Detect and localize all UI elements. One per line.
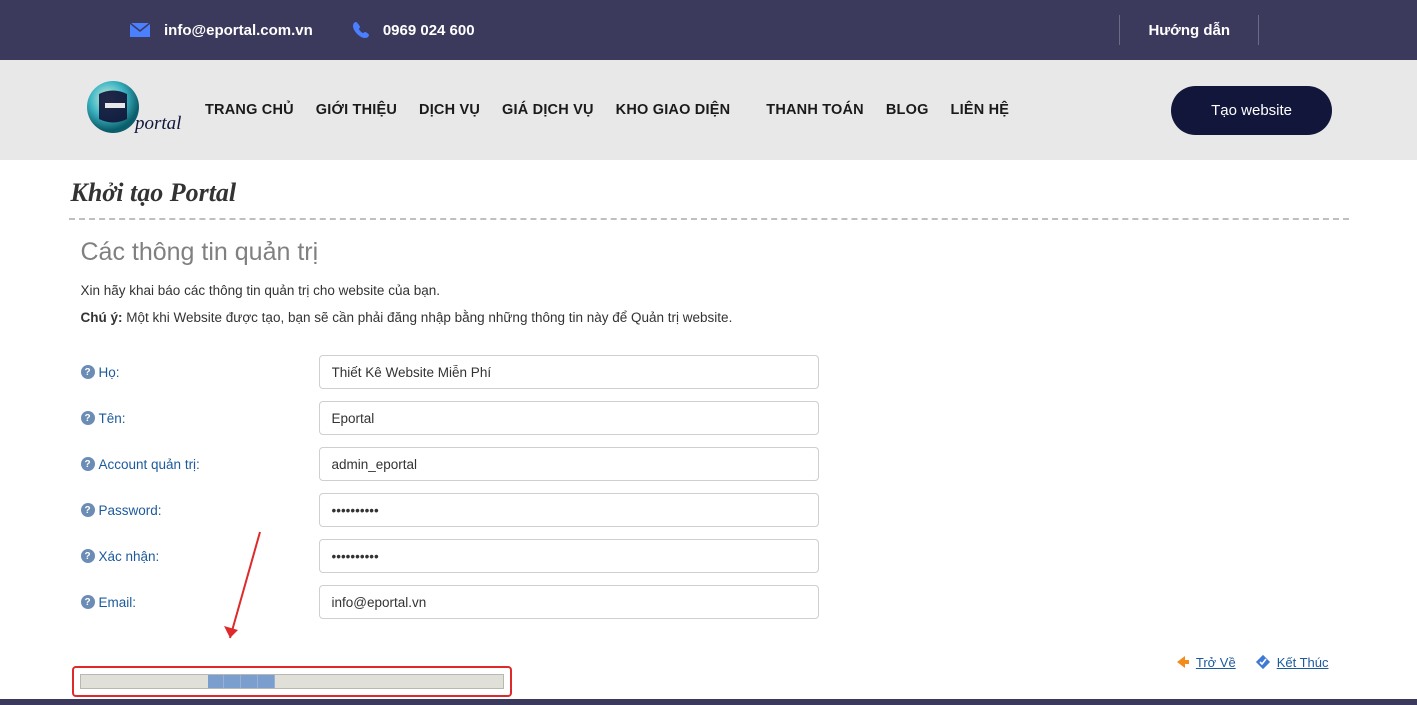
separator (69, 218, 1349, 220)
topbar-divider (1258, 15, 1259, 45)
help-icon[interactable]: ? (81, 549, 95, 563)
progress-empty (81, 675, 208, 688)
contact-email[interactable]: info@eportal.com.vn (130, 22, 313, 39)
progress-empty (275, 675, 503, 688)
topbar-divider (1119, 15, 1120, 45)
progress-seg-fill (258, 675, 275, 688)
intro-text: Xin hãy khai báo các thông tin quản trị … (69, 283, 1349, 310)
nav-links: TRANG CHỦ GIỚI THIỆU DỊCH VỤ GIÁ DỊCH VỤ… (205, 102, 1171, 118)
label-confirm-text: Xác nhận: (99, 549, 160, 564)
input-password[interactable] (319, 493, 819, 527)
row-ten: ? Tên: (81, 401, 1349, 435)
progress-annotation-box (72, 666, 512, 697)
help-icon[interactable]: ? (81, 503, 95, 517)
admin-form: ? Họ: ? Tên: ? Account quản trị: ? Passw… (69, 355, 1349, 619)
bottom-strip (0, 699, 1417, 705)
label-email: ? Email: (81, 595, 319, 610)
nav-item-giadichvu[interactable]: GIÁ DỊCH VỤ (502, 102, 594, 118)
topbar-contact: info@eportal.com.vn 0969 024 600 (130, 22, 1091, 39)
label-ho: ? Họ: (81, 365, 319, 380)
finish-link[interactable]: Kết Thúc (1254, 653, 1329, 671)
logo[interactable]: portal (85, 79, 195, 141)
row-confirm: ? Xác nhận: (81, 539, 1349, 573)
label-ho-text: Họ: (99, 365, 120, 380)
section-title: Các thông tin quản trị (69, 234, 1349, 283)
contact-phone[interactable]: 0969 024 600 (353, 22, 475, 39)
back-text: Trở Về (1196, 655, 1236, 670)
contact-phone-text: 0969 024 600 (383, 22, 475, 39)
nav-item-thanhtoan[interactable]: THANH TOÁN (766, 102, 864, 118)
label-account-text: Account quản trị: (99, 457, 200, 472)
label-confirm: ? Xác nhận: (81, 549, 319, 564)
input-ten[interactable] (319, 401, 819, 435)
help-icon[interactable]: ? (81, 365, 95, 379)
nav-item-dichvu[interactable]: DỊCH VỤ (419, 102, 480, 118)
nav-item-lienhe[interactable]: LIÊN HỆ (951, 102, 1010, 118)
nav-item-gioithieu[interactable]: GIỚI THIỆU (316, 102, 397, 118)
note-body: Một khi Website được tạo, bạn sẽ cần phả… (123, 310, 733, 325)
progress-seg-fill (224, 675, 241, 688)
label-account: ? Account quản trị: (81, 457, 319, 472)
arrow-left-icon (1175, 654, 1191, 670)
progress-bar (80, 674, 504, 689)
input-email[interactable] (319, 585, 819, 619)
navbar: portal TRANG CHỦ GIỚI THIỆU DỊCH VỤ GIÁ … (0, 60, 1417, 160)
input-ho[interactable] (319, 355, 819, 389)
create-website-button[interactable]: Tạo website (1171, 86, 1332, 135)
label-password-text: Password: (99, 503, 162, 518)
help-icon[interactable]: ? (81, 595, 95, 609)
note-text: Chú ý: Một khi Website được tạo, bạn sẽ … (69, 310, 1349, 355)
label-password: ? Password: (81, 503, 319, 518)
help-icon[interactable]: ? (81, 411, 95, 425)
phone-icon (353, 22, 369, 38)
row-ho: ? Họ: (81, 355, 1349, 389)
envelope-icon (130, 23, 150, 37)
progress-seg-fill (241, 675, 258, 688)
finish-text: Kết Thúc (1277, 655, 1329, 670)
page-title: Khởi tạo Portal (69, 172, 1349, 216)
diamond-check-icon (1254, 653, 1272, 671)
row-password: ? Password: (81, 493, 1349, 527)
help-icon[interactable]: ? (81, 457, 95, 471)
label-ten-text: Tên: (99, 411, 126, 426)
input-confirm[interactable] (319, 539, 819, 573)
label-ten: ? Tên: (81, 411, 319, 426)
input-account[interactable] (319, 447, 819, 481)
nav-item-trangchu[interactable]: TRANG CHỦ (205, 102, 294, 118)
contact-email-text: info@eportal.com.vn (164, 22, 313, 39)
topbar-right: Hướng dẫn (1091, 15, 1287, 45)
row-email: ? Email: (81, 585, 1349, 619)
note-label: Chú ý: (81, 310, 123, 325)
main-container: Khởi tạo Portal Các thông tin quản trị X… (69, 160, 1349, 671)
progress-seg-fill (208, 675, 225, 688)
label-email-text: Email: (99, 595, 137, 610)
topbar: info@eportal.com.vn 0969 024 600 Hướng d… (0, 0, 1417, 60)
nav-item-khogiaodien[interactable]: KHO GIAO DIỆN (616, 102, 731, 118)
svg-text:portal: portal (133, 113, 181, 134)
guide-link[interactable]: Hướng dẫn (1148, 22, 1230, 39)
row-account: ? Account quản trị: (81, 447, 1349, 481)
nav-item-blog[interactable]: BLOG (886, 102, 929, 118)
footer-actions: Trở Về Kết Thúc (69, 631, 1349, 671)
logo-icon: portal (85, 79, 195, 141)
back-link[interactable]: Trở Về (1175, 653, 1236, 671)
